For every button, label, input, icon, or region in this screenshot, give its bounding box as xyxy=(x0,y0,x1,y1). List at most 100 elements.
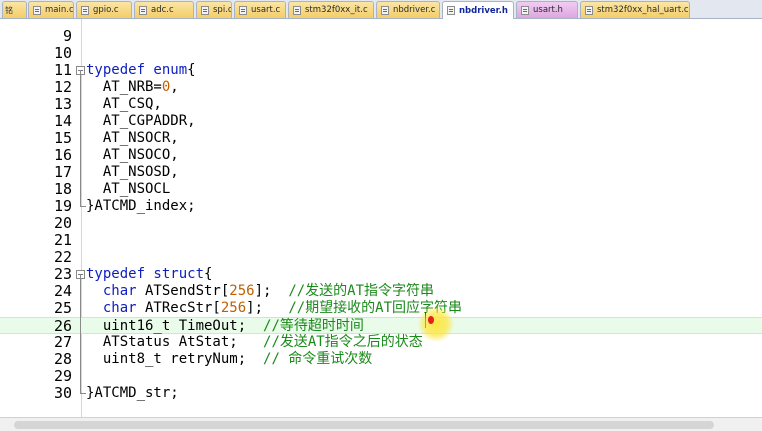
code-token: AT_NSOCR, xyxy=(86,130,179,146)
line-number: 17 xyxy=(53,163,72,181)
code-line[interactable]: 24 char ATSendStr[256]; //发送的AT指令字符串 xyxy=(0,283,762,300)
keyword-token: typedef enum xyxy=(86,62,188,78)
code-line[interactable]: 11−typedef enum{ xyxy=(0,62,762,79)
comment-token: //等待超时时间 xyxy=(263,318,364,334)
code-token: , xyxy=(170,79,179,95)
line-number: 9 xyxy=(62,27,72,45)
code-line[interactable]: 13 AT_CSQ, xyxy=(0,96,762,113)
tab-overflow[interactable]: 铭 xyxy=(2,1,27,18)
comment-token: // 命令重试次数 xyxy=(263,351,373,367)
code-token: AT_NSOCO, xyxy=(86,147,179,163)
code-token: AT_CSQ, xyxy=(86,96,162,112)
line-number: 16 xyxy=(53,146,72,164)
file-c-icon xyxy=(201,5,209,15)
mouse-cursor-icon xyxy=(428,316,434,324)
code-text: AT_NSOCL xyxy=(86,181,170,198)
file-h-icon xyxy=(447,6,455,15)
code-line[interactable]: 25 char ATRecStr[256]; //期望接收的AT回应字符串 xyxy=(0,300,762,317)
horizontal-scrollbar[interactable] xyxy=(0,417,762,431)
code-token: ATRecStr[ xyxy=(136,300,221,316)
keyword-token: typedef struct xyxy=(86,266,205,282)
scrollbar-thumb[interactable] xyxy=(14,421,714,429)
code-line[interactable]: 14 AT_CGPADDR, xyxy=(0,113,762,130)
line-number: 13 xyxy=(53,95,72,113)
code-text: AT_NRB=0, xyxy=(86,79,179,96)
line-number: 11 xyxy=(53,61,72,79)
tab-label: adc.c xyxy=(151,5,174,15)
code-line[interactable]: 22 xyxy=(0,249,762,266)
tab-adc-c[interactable]: adc.c xyxy=(134,1,194,18)
file-c-icon xyxy=(293,5,301,15)
code-editor[interactable]: 91011−typedef enum{12 AT_NRB=0,13 AT_CSQ… xyxy=(0,19,762,417)
tab-nbdriver-h[interactable]: nbdriver.h xyxy=(442,1,514,19)
code-line[interactable]: 15 AT_NSOCR, xyxy=(0,130,762,147)
code-token: }ATCMD_str; xyxy=(86,385,179,401)
tab-spi-c[interactable]: spi.c xyxy=(196,1,232,18)
tab-stm32f0xx-it-c[interactable]: stm32f0xx_it.c xyxy=(288,1,374,18)
code-token: ATStatus AtStat; xyxy=(86,334,264,350)
tab-label: stm32f0xx_hal_uart.c xyxy=(597,5,689,15)
code-line[interactable]: 30}ATCMD_str; xyxy=(0,385,762,402)
fold-end-enum xyxy=(80,206,86,207)
code-text: char ATSendStr[256]; //发送的AT指令字符串 xyxy=(86,283,434,300)
code-text: AT_NSOSD, xyxy=(86,164,179,181)
tab-label: gpio.c xyxy=(93,5,119,15)
code-line[interactable]: 28 uint8_t retryNum; // 命令重试次数 xyxy=(0,351,762,368)
code-line[interactable]: 26 uint16_t TimeOut; //等待超时时间 xyxy=(0,317,762,335)
code-text: AT_NSOCO, xyxy=(86,147,179,164)
line-number: 25 xyxy=(53,299,72,317)
code-line[interactable]: 21 xyxy=(0,232,762,249)
keyword-token: char xyxy=(102,283,137,299)
tab-label: nbdriver.h xyxy=(459,5,508,16)
code-text: AT_CGPADDR, xyxy=(86,113,196,130)
code-line[interactable]: 10 xyxy=(0,45,762,62)
tab-nbdriver-c[interactable]: nbdriver.c xyxy=(376,1,440,18)
code-token: AT_NSOSD, xyxy=(86,164,179,180)
code-line[interactable]: 23−typedef struct{ xyxy=(0,266,762,283)
comment-token: //发送AT指令之后的状态 xyxy=(263,334,423,350)
number-token: 256 xyxy=(229,283,255,299)
code-line[interactable]: 12 AT_NRB=0, xyxy=(0,79,762,96)
mouse-cursor-highlight xyxy=(418,306,454,342)
code-line[interactable]: 29 xyxy=(0,368,762,385)
code-line[interactable]: 27 ATStatus AtStat; //发送AT指令之后的状态 xyxy=(0,334,762,351)
keyword-token: char xyxy=(102,300,137,316)
code-token: ]; xyxy=(254,283,289,299)
tab-label: nbdriver.c xyxy=(393,5,436,15)
code-text: }ATCMD_index; xyxy=(86,198,196,215)
code-line[interactable]: 20 xyxy=(0,215,762,232)
tab-label: stm32f0xx_it.c xyxy=(305,5,368,15)
code-line[interactable]: 16 AT_NSOCO, xyxy=(0,147,762,164)
tab-label: usart.h xyxy=(533,5,563,15)
file-c-icon xyxy=(139,5,147,15)
code-token: }ATCMD_index; xyxy=(86,198,196,214)
code-text: char ATRecStr[256]; //期望接收的AT回应字符串 xyxy=(86,300,462,317)
file-c-icon xyxy=(81,5,89,15)
code-text: ATStatus AtStat; //发送AT指令之后的状态 xyxy=(86,334,423,351)
tab-gpio-c[interactable]: gpio.c xyxy=(76,1,132,18)
file-h-icon xyxy=(521,5,529,15)
code-line[interactable]: 17 AT_NSOSD, xyxy=(0,164,762,181)
line-number: 12 xyxy=(53,78,72,96)
line-number: 29 xyxy=(53,367,72,385)
tab-label: usart.c xyxy=(251,5,281,15)
tab-usart-c[interactable]: usart.c xyxy=(234,1,286,18)
line-number: 24 xyxy=(53,282,72,300)
line-number: 21 xyxy=(53,231,72,249)
code-token: ]; xyxy=(246,300,289,316)
line-number: 23 xyxy=(53,265,72,283)
fold-end-struct xyxy=(80,393,86,394)
code-line[interactable]: 19}ATCMD_index; xyxy=(0,198,762,215)
code-text: typedef enum{ xyxy=(86,62,196,79)
tab-usart-h[interactable]: usart.h xyxy=(516,1,578,18)
code-line[interactable]: 18 AT_NSOCL xyxy=(0,181,762,198)
fold-guide-struct xyxy=(80,274,81,393)
code-text: }ATCMD_str; xyxy=(86,385,179,402)
file-c-icon xyxy=(239,5,247,15)
code-line[interactable]: 9 xyxy=(0,28,762,45)
line-number: 28 xyxy=(53,350,72,368)
tab-stm32f0xx-hal-uart-c[interactable]: stm32f0xx_hal_uart.c xyxy=(580,1,690,18)
tab-main-c[interactable]: main.c xyxy=(28,1,74,18)
